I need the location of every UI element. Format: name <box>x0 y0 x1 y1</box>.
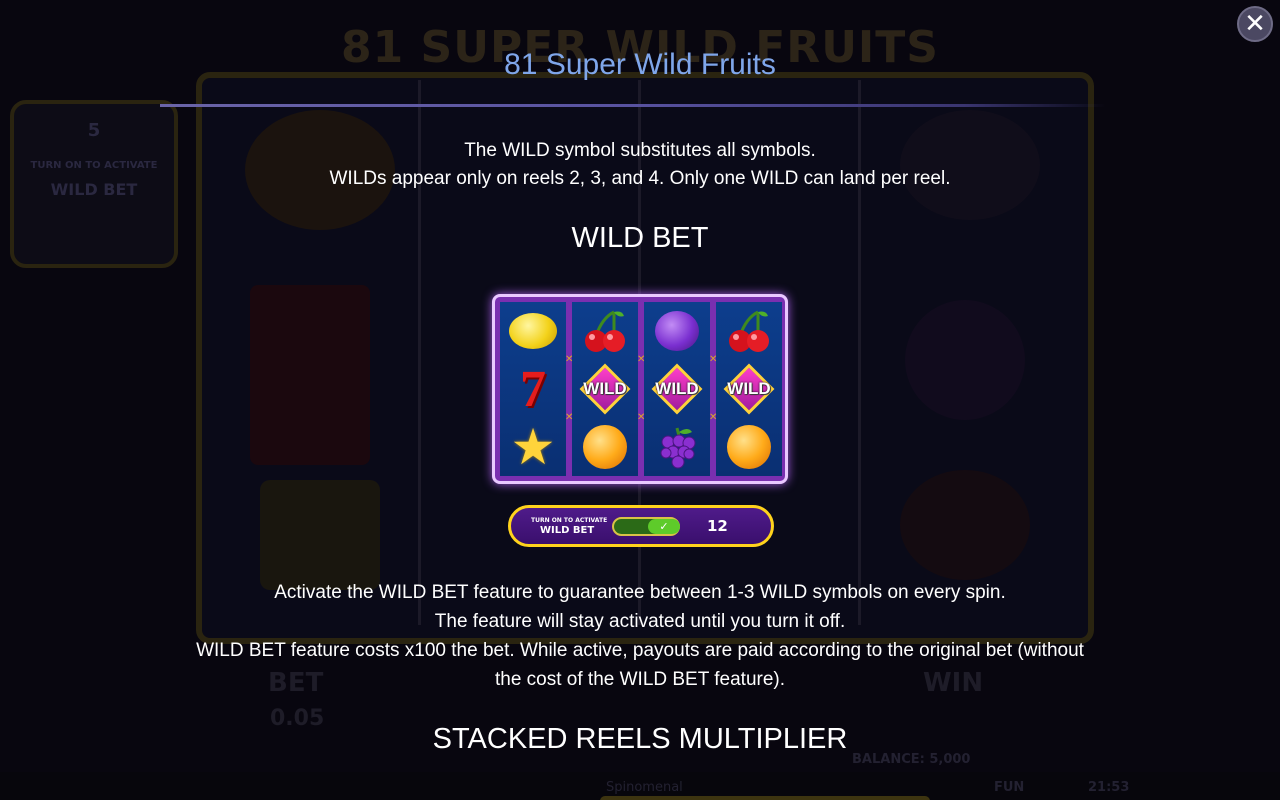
seven-icon: 7 <box>520 360 546 418</box>
checkmark-icon: ✓ <box>648 519 680 534</box>
wild-bet-heading: WILD BET <box>571 222 709 254</box>
reel-separator-icon: ✕ <box>565 412 574 423</box>
orange-icon <box>716 418 782 476</box>
reel-1: 7 ★ <box>500 302 566 476</box>
bg-provider: Spinomenal <box>606 780 683 795</box>
orange-icon <box>572 418 638 476</box>
grapes-icon <box>644 418 710 476</box>
stacked-reels-heading: STACKED REELS MULTIPLIER <box>432 723 848 755</box>
toggle-switch: ✓ <box>612 517 680 536</box>
page-title: 81 Super Wild Fruits <box>504 48 776 81</box>
intro-line-1: The WILD symbol substitutes all symbols. <box>464 140 816 161</box>
cherries-icon <box>716 302 782 360</box>
body-line-4: the cost of the WILD BET feature). <box>494 669 786 690</box>
toggle-line-2: WILD BET <box>540 525 595 536</box>
bg-star-symbol <box>260 480 380 590</box>
close-icon[interactable]: ✕ <box>1237 6 1273 42</box>
body-line-3: WILD BET feature costs x100 the bet. Whi… <box>196 640 1084 661</box>
star-icon: ★ <box>510 418 556 476</box>
reel-separator-icon: ✕ <box>565 354 574 365</box>
cherries-icon <box>572 302 638 360</box>
reel-separator-icon: ✕ <box>637 354 646 365</box>
bg-mode: FUN <box>994 780 1025 795</box>
wild-bet-toggle-image: TURN ON TO ACTIVATE WILD BET ✓ 12 <box>508 505 774 547</box>
bg-grapes-symbol <box>905 300 1025 420</box>
reel-separator-icon: ✕ <box>709 412 718 423</box>
bg-seven-symbol <box>250 285 370 465</box>
title-divider <box>160 104 1106 107</box>
reel-2: WILD <box>572 302 638 476</box>
plum-icon <box>644 302 710 360</box>
lemon-icon <box>500 302 566 360</box>
reels-preview-image: 7 ★ WILD WILD WILD ✕ ✕ ✕ ✕ ✕ ✕ <box>492 294 788 484</box>
wild-icon: WILD <box>572 360 638 418</box>
toggle-value: 12 <box>707 517 728 535</box>
reel-separator-icon: ✕ <box>637 412 646 423</box>
bg-clock: 21:53 <box>1088 780 1130 795</box>
body-line-2: The feature will stay activated until yo… <box>434 611 846 632</box>
toggle-line-1: TURN ON TO ACTIVATE <box>531 517 608 524</box>
reel-separator-icon: ✕ <box>709 354 718 365</box>
bg-watermelon-symbol <box>900 470 1030 580</box>
body-line-1: Activate the WILD BET feature to guarant… <box>274 582 1006 603</box>
wild-icon: WILD <box>644 360 710 418</box>
intro-line-2: WILDs appear only on reels 2, 3, and 4. … <box>329 168 951 189</box>
reel-3: WILD <box>644 302 710 476</box>
bg-spin-button <box>600 796 930 800</box>
reel-4: WILD <box>716 302 782 476</box>
wild-icon: WILD <box>716 360 782 418</box>
